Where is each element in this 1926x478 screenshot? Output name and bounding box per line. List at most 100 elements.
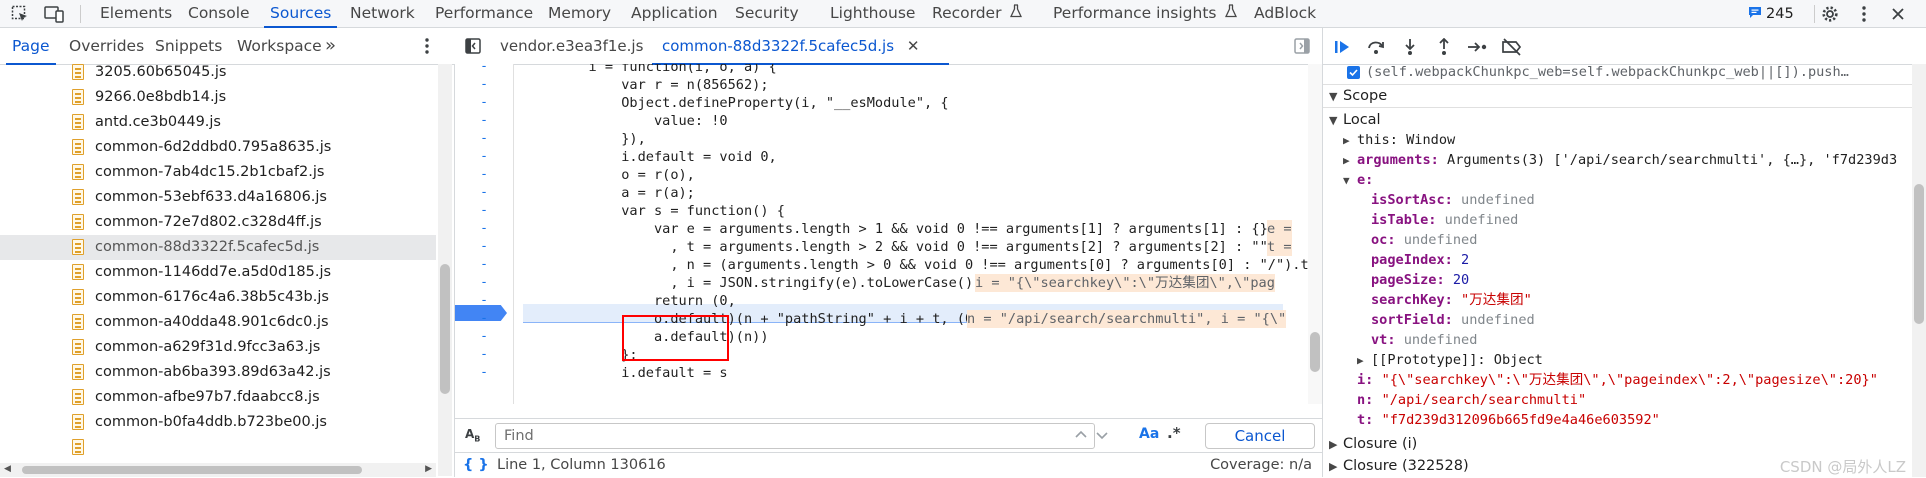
pretty-print-icon[interactable]: { } [463, 453, 489, 478]
match-case-button[interactable]: Aa [1139, 426, 1159, 442]
tab-adblock[interactable]: AdBlock [1254, 0, 1316, 27]
local-scope-header[interactable]: ▼ Local [1329, 110, 1381, 130]
nav-more-tabs-icon[interactable]: » [325, 28, 336, 64]
file-item[interactable]: common-ab6ba393.89d63a42.js [0, 360, 436, 385]
object-property[interactable]: pageIndex: 2 [1371, 250, 1469, 270]
line-number[interactable]: - [455, 256, 513, 274]
object-property[interactable]: oc: undefined [1371, 230, 1477, 250]
object-property[interactable]: isSortAsc: undefined [1371, 190, 1535, 210]
file-item[interactable]: common-1146dd7e.a5d0d185.js [0, 260, 436, 285]
tab-performance[interactable]: Performance [435, 0, 533, 27]
close-tab-icon[interactable]: ✕ [907, 37, 920, 55]
tab-recorder[interactable]: Recorder [932, 0, 1023, 27]
more-options-icon[interactable] [1854, 4, 1874, 24]
code-line[interactable]: i.default = void 0, [523, 148, 777, 166]
tab-memory[interactable]: Memory [548, 0, 611, 27]
code-line[interactable]: value: !0 [523, 112, 728, 130]
tab-lighthouse[interactable]: Lighthouse [830, 0, 915, 27]
nav-tab-overrides[interactable]: Overrides [69, 28, 144, 64]
nav-tab-page[interactable]: Page [6, 28, 55, 65]
tab-performance-insights[interactable]: Performance insights [1053, 0, 1238, 27]
line-number[interactable]: - [455, 364, 513, 382]
line-number[interactable]: - [455, 94, 513, 112]
close-devtools-icon[interactable] [1888, 4, 1908, 24]
settings-gear-icon[interactable] [1820, 4, 1840, 24]
navigator-vertical-scrollbar[interactable] [438, 64, 452, 476]
line-number[interactable]: - [455, 130, 513, 148]
code-line[interactable]: a = r(a); [523, 184, 695, 202]
step-icon[interactable] [1467, 36, 1489, 58]
scope-variable-this[interactable]: ▶ this: Window [1343, 130, 1455, 150]
line-number[interactable]: - [455, 184, 513, 202]
line-number[interactable]: - [455, 220, 513, 238]
line-number[interactable]: - [455, 292, 513, 310]
tab-application[interactable]: Application [631, 0, 718, 27]
line-number[interactable]: - [455, 238, 513, 256]
code-line[interactable]: o.default)(n + "pathString" + i + t, (0, [523, 310, 981, 328]
file-item[interactable]: common-72e7d802.c328d4ff.js [0, 210, 436, 235]
nav-tab-workspace[interactable]: Workspace [237, 28, 322, 64]
scope-variable-e[interactable]: ▼ e: [1343, 170, 1373, 190]
line-number[interactable]: - [455, 64, 513, 76]
line-number[interactable]: - [455, 202, 513, 220]
regex-button[interactable]: .* [1167, 424, 1181, 442]
watch-expression[interactable]: (self.webpackChunkpc_web=self.webpackChu… [1347, 64, 1849, 82]
code-line[interactable]: var e = arguments.length > 1 && void 0 !… [523, 220, 1268, 238]
issues-counter[interactable]: 245 [1748, 5, 1794, 23]
code-line[interactable]: var s = function() { [523, 202, 785, 220]
tab-elements[interactable]: Elements [100, 0, 172, 27]
editor-tab-common[interactable]: common-88d3322f.5cafec5d.js ✕ [651, 28, 950, 65]
file-item[interactable]: common-a629f31d.9fcc3a63.js [0, 335, 436, 360]
tab-security[interactable]: Security [735, 0, 799, 27]
toggle-debugger-icon[interactable] [1294, 38, 1310, 58]
code-line[interactable]: var r = n(856562); [523, 76, 768, 94]
coverage-status[interactable]: Coverage: n/a [1210, 453, 1312, 478]
checkbox-checked-icon[interactable] [1347, 65, 1360, 79]
object-property[interactable]: isTable: undefined [1371, 210, 1518, 230]
scroll-left-icon[interactable]: ◀ [4, 464, 11, 474]
resume-execution-icon[interactable] [1331, 36, 1353, 58]
toggle-navigator-icon[interactable] [465, 38, 481, 58]
code-line[interactable]: o = r(o), [523, 166, 695, 184]
scope-section-header[interactable]: ▼ Scope [1329, 86, 1387, 106]
tab-network[interactable]: Network [350, 0, 415, 27]
scope-vertical-scrollbar[interactable] [1912, 64, 1926, 477]
replace-toggle-icon[interactable]: AB [465, 427, 480, 443]
step-into-icon[interactable] [1399, 36, 1421, 58]
device-toolbar-icon[interactable] [44, 4, 64, 24]
file-item-selected[interactable]: common-88d3322f.5cafec5d.js [0, 235, 436, 260]
file-item[interactable]: 9266.0e8bdb14.js [0, 85, 436, 110]
line-number[interactable]: - [455, 166, 513, 184]
tab-console[interactable]: Console [188, 0, 250, 27]
closure-scope[interactable]: ▶ Closure (322528) [1329, 456, 1469, 476]
cancel-button[interactable]: Cancel [1205, 423, 1315, 449]
object-property[interactable]: vt: undefined [1371, 330, 1477, 350]
file-item[interactable]: common-6176c4a6.38b5c43b.js [0, 285, 436, 310]
navigator-horizontal-scrollbar[interactable]: ◀ ▶ [0, 463, 436, 477]
code-line[interactable]: }), [523, 130, 646, 148]
object-property[interactable]: sortField: undefined [1371, 310, 1535, 330]
line-number[interactable]: - [455, 328, 513, 346]
line-number[interactable]: - [455, 274, 513, 292]
file-item[interactable]: 3205.60b65045.js [0, 64, 436, 85]
next-match-icon[interactable] [1095, 428, 1109, 446]
line-number[interactable]: - [455, 76, 513, 94]
closure-scope[interactable]: ▶ Closure (i) [1329, 434, 1417, 454]
scrollbar-thumb[interactable] [440, 264, 450, 394]
code-line[interactable]: }; [523, 346, 637, 364]
line-number[interactable]: - [455, 310, 513, 328]
scrollbar-thumb[interactable] [22, 466, 362, 474]
scrollbar-thumb[interactable] [1310, 332, 1320, 372]
scope-variable-i[interactable]: i: "{\"searchkey\":\"万达集团\",\"pageindex\… [1357, 370, 1878, 390]
code-line[interactable]: return (0, [523, 292, 736, 310]
file-item[interactable]: common-7ab4dc15.2b1cbaf2.js [0, 160, 436, 185]
find-input[interactable] [495, 423, 1095, 449]
line-number[interactable]: - [455, 346, 513, 364]
scroll-right-icon[interactable]: ▶ [425, 464, 432, 474]
editor-tab-vendor[interactable]: vendor.e3ea3f1e.js [500, 28, 643, 64]
code-line[interactable]: i = function(i, o, a) { [523, 64, 776, 76]
file-item[interactable]: antd.ce3b0449.js [0, 110, 436, 135]
previous-match-icon[interactable] [1074, 428, 1088, 446]
line-number[interactable]: - [455, 112, 513, 130]
code-line[interactable]: , t = arguments.length > 2 && void 0 !==… [523, 238, 1267, 256]
